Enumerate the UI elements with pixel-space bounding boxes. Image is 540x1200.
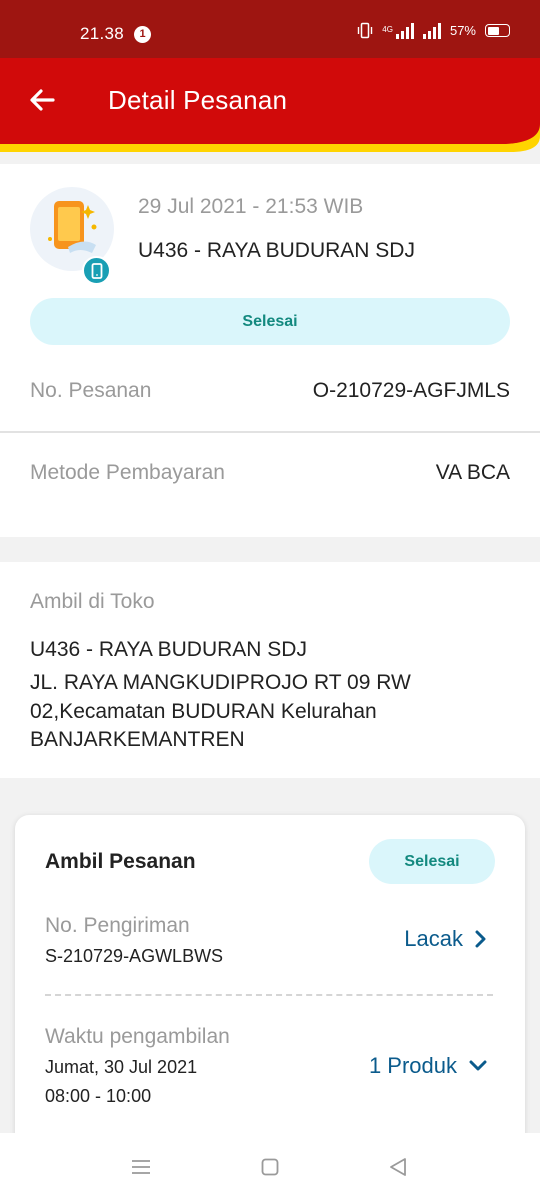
status-bar: 21.38 1 4G 57% xyxy=(0,0,540,58)
home-square-icon xyxy=(261,1158,279,1176)
page-title: Detail Pesanan xyxy=(108,85,288,115)
arrow-left-icon xyxy=(30,89,55,111)
products-toggle[interactable]: 1 Produk xyxy=(369,1053,487,1079)
app-bar: Detail Pesanan xyxy=(0,58,540,164)
status-time: 21.38 xyxy=(80,24,125,43)
vibrate-icon xyxy=(358,22,373,39)
pickup-time-label: Waktu pengambilan xyxy=(45,1025,230,1048)
back-nav-button[interactable] xyxy=(386,1155,410,1179)
chevron-down-icon xyxy=(469,1060,487,1071)
battery-icon xyxy=(485,24,510,37)
order-summary: 29 Jul 2021 - 21:53 WIB U436 - RAYA BUDU… xyxy=(0,164,540,537)
battery-percent: 57% xyxy=(449,23,476,38)
pickup-order-card: Ambil Pesanan Selesai No. Pengiriman S-2… xyxy=(15,815,525,1155)
system-nav-bar xyxy=(0,1133,540,1200)
status-indicators: 4G 57% xyxy=(357,22,510,39)
signal-icon xyxy=(422,22,441,39)
track-label: Lacak xyxy=(404,926,463,951)
shipping-number: S-210729-AGWLBWS xyxy=(45,946,224,966)
payment-method-label: Metode Pembayaran xyxy=(30,461,225,484)
order-status-badge: Selesai xyxy=(30,298,510,345)
pickup-info: Ambil di Toko U436 - RAYA BUDURAN SDJ JL… xyxy=(0,562,540,778)
order-number: O-210729-AGFJMLS xyxy=(312,379,510,402)
pickup-address: JL. RAYA MANGKUDIPROJO RT 09 RW 02,Kecam… xyxy=(30,671,411,751)
recent-apps-button[interactable] xyxy=(129,1155,153,1179)
back-triangle-icon xyxy=(390,1158,406,1176)
dashed-divider xyxy=(45,994,493,996)
mobile-badge xyxy=(82,256,111,285)
chevron-right-icon xyxy=(475,930,486,948)
home-button[interactable] xyxy=(258,1155,282,1179)
notification-badge: 1 xyxy=(134,26,151,43)
back-button[interactable] xyxy=(24,82,60,118)
shipping-number-label: No. Pengiriman xyxy=(45,914,190,937)
divider xyxy=(0,431,540,433)
pickup-date: Jumat, 30 Jul 2021 xyxy=(45,1057,198,1077)
track-button[interactable]: Lacak xyxy=(404,926,487,952)
smartphone-icon xyxy=(91,262,102,279)
card-title: Ambil Pesanan xyxy=(45,850,196,873)
pickup-store-name: U436 - RAYA BUDURAN SDJ xyxy=(30,638,307,661)
payment-method: VA BCA xyxy=(435,461,510,484)
store-name: U436 - RAYA BUDURAN SDJ xyxy=(138,239,415,262)
pickup-time-range: 08:00 - 10:00 xyxy=(45,1086,152,1106)
order-date: 29 Jul 2021 - 21:53 WIB xyxy=(138,195,364,218)
products-label: 1 Produk xyxy=(368,1053,457,1078)
shipment-status-badge: Selesai xyxy=(369,839,495,884)
pickup-label: Ambil di Toko xyxy=(30,590,155,613)
signal-4g-icon: 4G xyxy=(382,22,414,39)
order-number-label: No. Pesanan xyxy=(30,379,152,402)
menu-icon xyxy=(132,1160,150,1174)
